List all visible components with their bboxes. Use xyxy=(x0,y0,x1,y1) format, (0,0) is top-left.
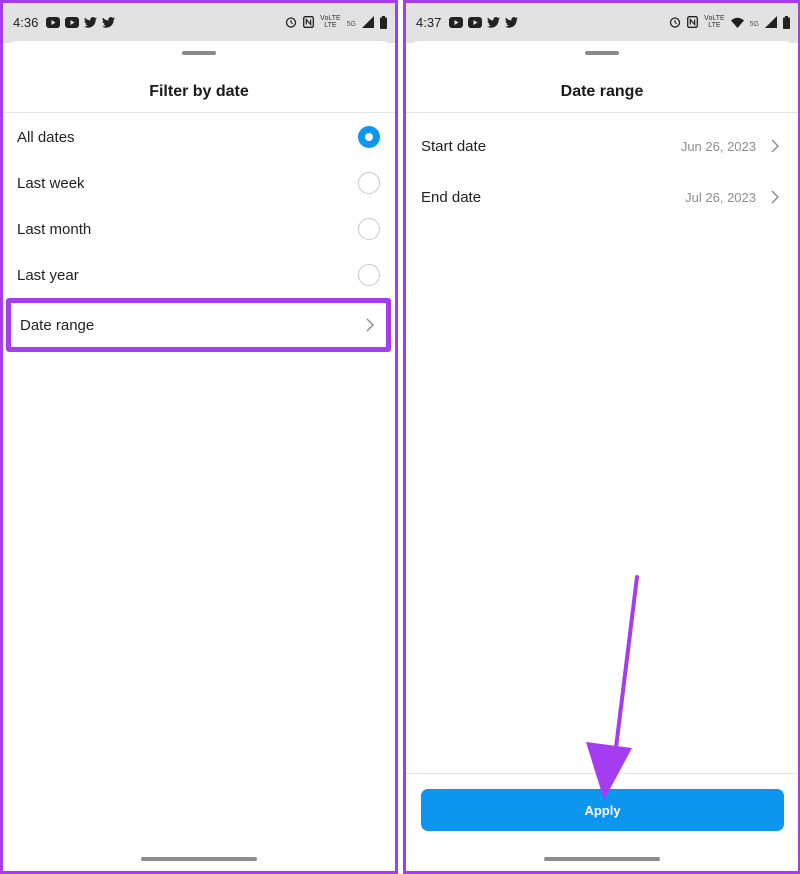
start-date-label: Start date xyxy=(421,137,487,155)
end-date-value: Jul 26, 2023 xyxy=(685,189,756,205)
footer-divider xyxy=(406,773,798,774)
network-label: 5G xyxy=(346,21,356,28)
status-bar: 4:37 VoLTE LTE 5G xyxy=(406,3,798,43)
option-label: Last year xyxy=(17,266,79,284)
sheet-drag-handle[interactable] xyxy=(182,51,216,55)
sheet-title: Date range xyxy=(560,83,644,100)
sheet-title: Filter by date xyxy=(149,83,249,100)
option-label: Last month xyxy=(17,220,92,238)
twitter-icon xyxy=(84,16,98,28)
youtube-icon xyxy=(46,16,61,28)
radio-unselected[interactable] xyxy=(358,172,380,194)
volte-label: VoLTE xyxy=(704,15,725,22)
youtube-icon xyxy=(468,16,483,28)
status-bar: 4:36 VoLTE LTE 5G xyxy=(3,3,395,43)
gesture-nav-bar[interactable] xyxy=(544,857,660,861)
status-time: 4:36 xyxy=(13,14,39,30)
chevron-right-icon xyxy=(771,190,779,204)
youtube-icon xyxy=(449,16,464,28)
filter-bottom-sheet: Filter by date All dates Last week Last … xyxy=(3,41,395,871)
volte-icon: VoLTE LTE xyxy=(320,15,341,29)
chevron-right-icon xyxy=(771,139,779,153)
date-range-row[interactable]: Date range xyxy=(6,298,391,352)
signal-icon xyxy=(362,16,374,28)
option-last-week[interactable]: Last week xyxy=(3,160,395,206)
option-all-dates[interactable]: All dates xyxy=(3,114,395,160)
sheet-drag-handle[interactable] xyxy=(585,51,619,55)
date-range-bottom-sheet: Date range Start date Jun 26, 2023 End d… xyxy=(406,41,798,871)
gesture-nav-bar[interactable] xyxy=(141,857,257,861)
radio-selected[interactable] xyxy=(358,126,380,148)
title-divider xyxy=(406,112,798,113)
lte-label: LTE xyxy=(324,22,337,29)
filter-by-date-screen: 4:36 VoLTE LTE 5G Filter by date All dat… xyxy=(0,0,398,874)
start-date-value: Jun 26, 2023 xyxy=(680,138,756,154)
end-date-row[interactable]: End date Jul 26, 2023 xyxy=(406,172,798,222)
option-last-year[interactable]: Last year xyxy=(3,252,395,298)
battery-icon xyxy=(783,15,790,29)
option-label: Last week xyxy=(17,174,85,192)
date-range-label: Date range xyxy=(20,316,95,334)
alarm-icon xyxy=(285,16,297,28)
status-time: 4:37 xyxy=(416,14,442,30)
twitter-icon xyxy=(102,16,116,28)
youtube-icon xyxy=(65,16,80,28)
signal-icon xyxy=(765,16,777,28)
option-label: All dates xyxy=(17,128,75,146)
lte-label: LTE xyxy=(708,22,721,29)
volte-icon: VoLTE LTE xyxy=(704,15,725,29)
radio-unselected[interactable] xyxy=(358,264,380,286)
radio-unselected[interactable] xyxy=(358,218,380,240)
nfc-icon xyxy=(687,16,699,28)
battery-icon xyxy=(380,15,387,29)
chevron-right-icon xyxy=(366,318,374,332)
network-label: 5G xyxy=(749,21,759,28)
twitter-icon xyxy=(487,16,501,28)
nfc-icon xyxy=(303,16,315,28)
twitter-icon xyxy=(505,16,519,28)
date-range-screen: 4:37 VoLTE LTE 5G Date range Start date … xyxy=(403,0,800,874)
volte-label: VoLTE xyxy=(320,15,341,22)
apply-button[interactable]: Apply xyxy=(421,789,784,831)
option-last-month[interactable]: Last month xyxy=(3,206,395,252)
alarm-icon xyxy=(669,16,681,28)
end-date-label: End date xyxy=(421,188,482,206)
title-divider xyxy=(3,112,395,113)
start-date-row[interactable]: Start date Jun 26, 2023 xyxy=(406,121,798,171)
wifi-icon xyxy=(730,17,744,28)
